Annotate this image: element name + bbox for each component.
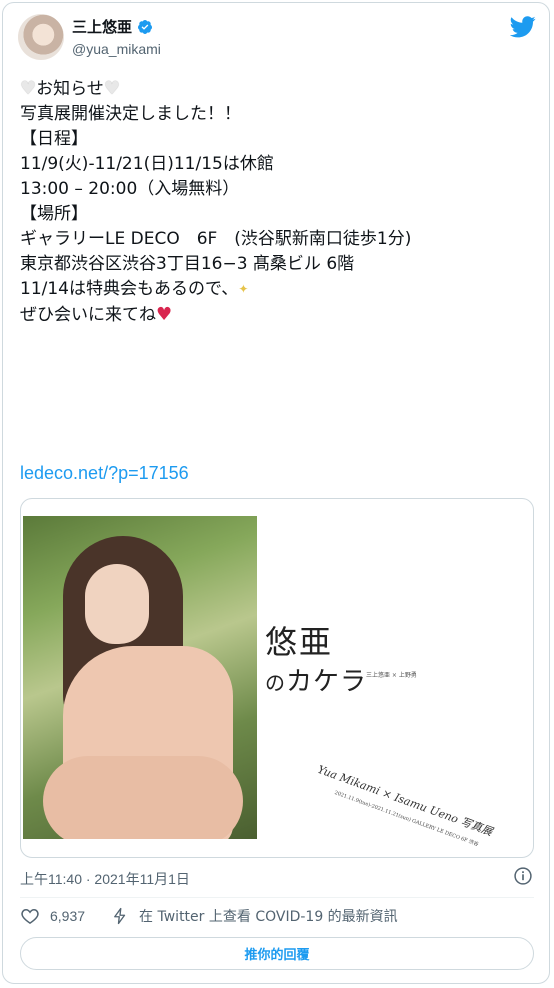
poster-title: 悠亜 のカケラ [265,623,368,697]
twitter-logo-icon[interactable] [510,16,536,38]
user-handle[interactable]: @yua_mikami [72,41,161,57]
tweet-line: 写真展開催決定しました！！ [20,104,241,124]
link-preview-card[interactable]: 悠亜 のカケラ 三上悠亜 × 上野勇 Yua Mikami × Isamu Ue… [20,498,534,858]
action-bar: 6,937 在 Twitter 上查看 COVID-19 的最新資訊 [20,906,398,926]
tweet-text: ♥お知らせ♥ 写真展開催決定しました！！ 【日程】 11/9(火)-11/21(… [20,76,530,328]
white-heart-icon: ♥ [103,78,120,99]
poster-subtitle: 三上悠亜 × 上野勇 [366,672,417,679]
display-name[interactable]: 三上悠亜 [72,16,132,37]
like-count[interactable]: 6,937 [50,908,85,924]
tweet-line: 13:00 – 20:00（入場無料） [20,179,240,199]
tweet-line: ギャラリーLE DECO 6F (渋谷駅新南口徒歩1分) [20,229,412,249]
sparkle-icon: ✦ [238,282,249,296]
tweet-line-announcement: ♥お知らせ♥ [20,78,120,99]
verified-badge-icon [138,19,153,34]
divider [20,897,534,898]
tweet-line: 【日程】 [20,129,88,149]
tweet-line: 東京都渋谷区渋谷3丁目16−3 髙桑ビル 6階 [20,254,355,274]
preview-photo [23,516,257,839]
poster-credit: Yua Mikami × Isamu Ueno 写真展 [315,762,495,839]
avatar[interactable] [18,14,64,60]
tweet-line: 11/14は特典会もあるので、✦ [20,279,249,299]
tweet-timestamp[interactable]: 上午11:40 · 2021年11月1日 [20,869,190,889]
lightning-bolt-icon[interactable] [111,906,129,926]
tweet-line: 【場所】 [20,204,88,224]
white-heart-icon: ♥ [20,78,37,99]
info-icon[interactable] [513,866,533,886]
covid-info-link[interactable]: 在 Twitter 上查看 COVID-19 的最新資訊 [139,906,398,926]
tweet-line: 11/9(火)-11/21(日)11/15は休館 [20,154,274,174]
tweet-link[interactable]: ledeco.net/?p=17156 [20,463,189,484]
user-name-row: 三上悠亜 [72,16,153,37]
heart-like-icon[interactable] [20,906,40,926]
tweet-line: ぜひ会いに来てね♥ [20,304,173,325]
red-heart-icon: ♥ [156,304,173,325]
reply-button[interactable]: 推你的回覆 [20,937,534,970]
